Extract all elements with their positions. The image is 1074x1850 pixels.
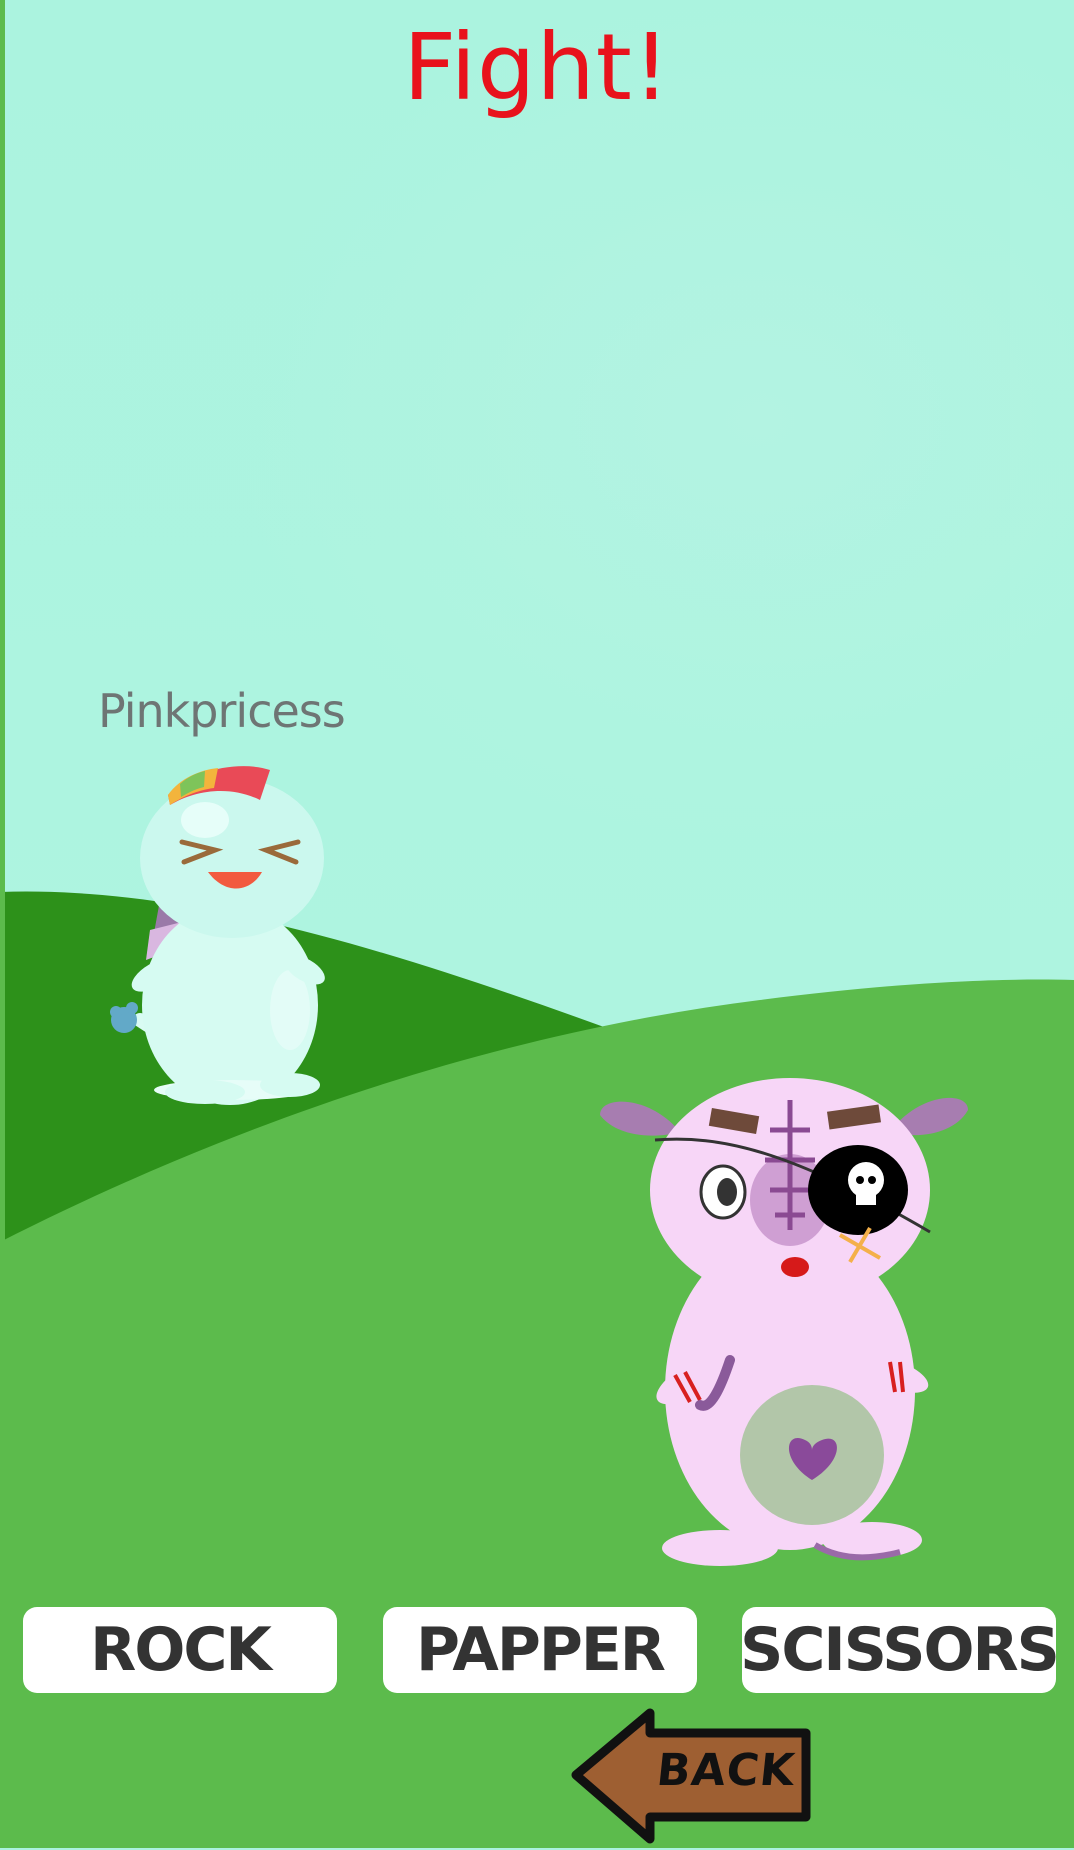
back-button[interactable]: BACK: [568, 1705, 812, 1845]
rock-button[interactable]: ROCK: [23, 1607, 337, 1693]
paper-button[interactable]: PAPPER: [383, 1607, 697, 1693]
back-label: BACK: [654, 1745, 798, 1796]
scissors-button[interactable]: SCISSORS: [740, 1607, 1060, 1693]
left-border: [0, 0, 5, 1848]
pink-pirate-bear-icon: [600, 1078, 968, 1566]
opponent-character: [600, 1078, 968, 1566]
